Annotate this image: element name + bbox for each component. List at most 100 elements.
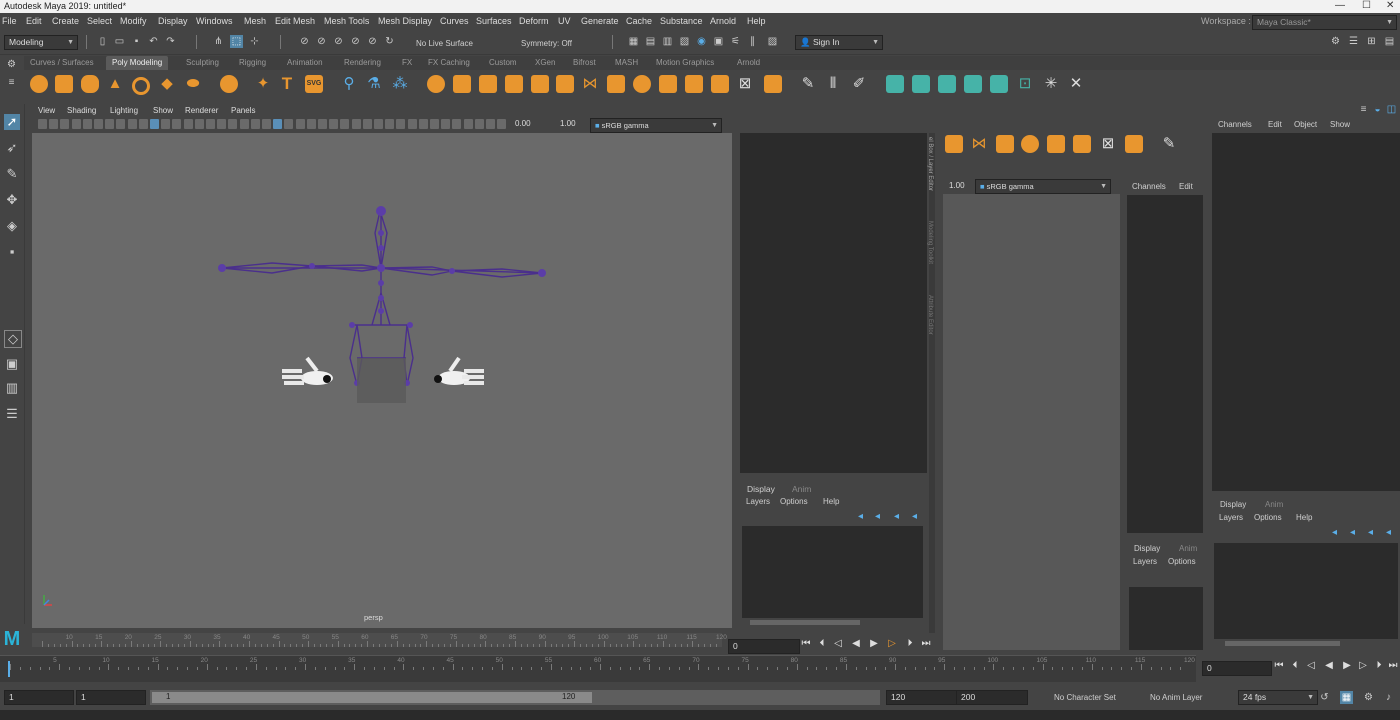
shelf-tab-xgen[interactable]: XGen <box>535 58 555 67</box>
shelf-tab-arnold[interactable]: Arnold <box>737 58 760 67</box>
channel-box-icon[interactable]: ≡ <box>1357 103 1370 116</box>
right-options-menu[interactable]: Options <box>1254 513 1282 522</box>
floating-anim-tab[interactable]: Anim <box>1179 544 1197 553</box>
menu-surfaces[interactable]: Surfaces <box>476 16 512 26</box>
soft-select-icon[interactable]: ✳ <box>1042 75 1060 93</box>
go-to-end-icon[interactable]: ⏭ <box>920 638 932 649</box>
bridge-icon[interactable] <box>479 75 497 93</box>
viewport-tool-icon[interactable] <box>239 119 249 129</box>
edit-menu[interactable]: Edit <box>1268 120 1282 129</box>
menu-cache[interactable]: Cache <box>626 16 652 26</box>
vp-menu-lighting[interactable]: Lighting <box>110 106 138 115</box>
offset-edge-icon[interactable] <box>607 75 625 93</box>
viewport-tool-icon[interactable] <box>49 119 59 129</box>
select-tool-icon[interactable]: ➚ <box>4 114 20 130</box>
step-forward-key-icon[interactable]: ⏵ <box>1373 660 1385 671</box>
symmetry-label[interactable]: Symmetry: Off <box>521 39 572 48</box>
menu-file[interactable]: File <box>2 16 17 26</box>
vp-menu-renderer[interactable]: Renderer <box>185 106 218 115</box>
poly-plane-icon[interactable]: ◆ <box>158 75 176 93</box>
side-tab-channel-box[interactable]: el Box / Layer Editor <box>927 137 933 191</box>
viewport-tool-icon[interactable] <box>407 119 417 129</box>
help-line-icon[interactable]: ◫ <box>1385 103 1398 116</box>
cut-sew-icon[interactable]: ⊡ <box>1016 75 1034 93</box>
layer-editor-icon[interactable]: ◒ <box>1371 103 1384 116</box>
workspace-dropdown[interactable]: Maya Classic* ▼ <box>1252 15 1397 30</box>
toggle-panel-icon[interactable]: ▨ <box>766 35 779 48</box>
lasso-tool-icon[interactable]: ➶ <box>4 140 20 156</box>
snap-view-icon[interactable]: ⊘ <box>349 35 362 48</box>
snap-point-icon[interactable]: ⊘ <box>332 35 345 48</box>
horizontal-scrollbar[interactable] <box>750 620 860 625</box>
floating-options-menu[interactable]: Options <box>1168 557 1196 566</box>
menu-mesh[interactable]: Mesh <box>244 16 266 26</box>
rotate-tool-icon[interactable]: ◈ <box>4 218 20 234</box>
loop-icon[interactable]: ↺ <box>1318 691 1331 704</box>
layers-menu[interactable]: Layers <box>746 497 770 506</box>
sphere-super-icon[interactable]: ✦ <box>254 75 272 93</box>
four-view-icon[interactable]: ▥ <box>4 380 20 396</box>
type-tool-icon[interactable]: T <box>278 75 296 93</box>
vp-menu-panels[interactable]: Panels <box>231 106 255 115</box>
separate-icon[interactable]: ⚗ <box>365 75 383 93</box>
viewport-tool-icon[interactable] <box>228 119 238 129</box>
viewport-tool-icon[interactable] <box>284 119 294 129</box>
viewport-tool-icon[interactable] <box>138 119 148 129</box>
go-to-start-icon[interactable]: ⏮ <box>800 638 812 649</box>
shelf-tab-mash[interactable]: MASH <box>615 58 638 67</box>
play-forward-icon[interactable]: ▶ <box>868 638 880 649</box>
help-menu[interactable]: Help <box>823 497 839 506</box>
right-layers-menu[interactable]: Layers <box>1219 513 1243 522</box>
shelf-tab-motion-graphics[interactable]: Motion Graphics <box>656 58 714 67</box>
playback-end-field[interactable]: 120 <box>886 690 958 705</box>
viewport-tool-icon[interactable] <box>430 119 439 129</box>
render-setup-icon[interactable]: ▣ <box>712 35 725 48</box>
viewport-tool-icon[interactable] <box>441 119 451 129</box>
floating-edit-menu[interactable]: Edit <box>1179 182 1193 191</box>
floating-layer-list[interactable] <box>1129 587 1203 650</box>
menu-mesh-tools[interactable]: Mesh Tools <box>324 16 369 26</box>
extrude-icon[interactable] <box>427 75 445 93</box>
collapse-icon[interactable] <box>1073 135 1091 153</box>
poly-sphere-icon[interactable] <box>30 75 48 93</box>
layer-selected-icon[interactable]: ◂ <box>1346 526 1359 539</box>
snap-live-icon[interactable]: ⊘ <box>366 35 379 48</box>
merge-icon[interactable] <box>996 135 1014 153</box>
shelf-tab-poly-modeling[interactable]: Poly Modeling <box>106 56 169 70</box>
layer-list[interactable] <box>742 526 923 618</box>
shelf-gear-icon[interactable]: ⚙ <box>5 58 18 71</box>
offset-edge-icon[interactable]: ⋈ <box>970 135 988 153</box>
range-slider-handle[interactable]: 1 120 <box>152 692 592 703</box>
outliner-layout-icon[interactable]: ☰ <box>4 406 20 422</box>
extract-icon[interactable] <box>1125 135 1143 153</box>
anim-layer-label[interactable]: No Anim Layer <box>1150 693 1202 702</box>
layer-selected-icon[interactable]: ◂ <box>871 510 884 523</box>
select-component-icon[interactable]: ⊹ <box>248 35 261 48</box>
menu-mesh-display[interactable]: Mesh Display <box>378 16 432 26</box>
light-editor-icon[interactable]: ⚟ <box>729 35 742 48</box>
floating-channels-menu[interactable]: Channels <box>1132 182 1166 191</box>
time-slider[interactable]: 5 10 15 20 25 30 35 40 45 50 55 60 65 70 75 80 85 90 95 100… <box>0 655 1196 682</box>
viewport-tool-icon[interactable] <box>340 119 350 129</box>
viewport-tool-icon[interactable] <box>452 119 462 129</box>
single-view-icon[interactable]: ▣ <box>4 356 20 372</box>
channel-box[interactable] <box>1212 133 1400 491</box>
insert-edge-loop-icon[interactable] <box>945 135 963 153</box>
viewport-time-slider[interactable]: 10 15 20 25 30 35 40 45 50 55 60 65 70 75 80 85 90 95 100 1… <box>32 633 727 647</box>
combine-icon[interactable]: ⚲ <box>340 75 358 93</box>
menu-set-dropdown[interactable]: Modeling ▼ <box>4 35 78 50</box>
step-back-key-icon[interactable]: ⏴ <box>816 638 828 649</box>
svg-tool-icon[interactable]: SVG <box>305 75 323 93</box>
viewport-tool-icon[interactable] <box>486 119 495 129</box>
mirror-icon[interactable]: ⫴ <box>824 75 842 93</box>
floating-viewport[interactable]: 1.00 ■ sRGB gamma ▼ <box>943 178 1120 650</box>
auto-key-icon[interactable]: ▦ <box>1340 691 1353 704</box>
select-hierarchy-icon[interactable]: ⋔ <box>212 35 225 48</box>
play-forward-icon[interactable]: ▶ <box>1341 660 1353 671</box>
menu-curves[interactable]: Curves <box>440 16 469 26</box>
scale-tool-icon[interactable]: ▪ <box>4 244 20 260</box>
fps-dropdown[interactable]: 24 fps ▼ <box>1238 690 1318 705</box>
poly-cube-icon[interactable] <box>55 75 73 93</box>
side-tab-attribute-editor[interactable]: Attribute Editor <box>927 295 933 335</box>
floating-display-tab[interactable]: Display <box>1134 544 1160 553</box>
